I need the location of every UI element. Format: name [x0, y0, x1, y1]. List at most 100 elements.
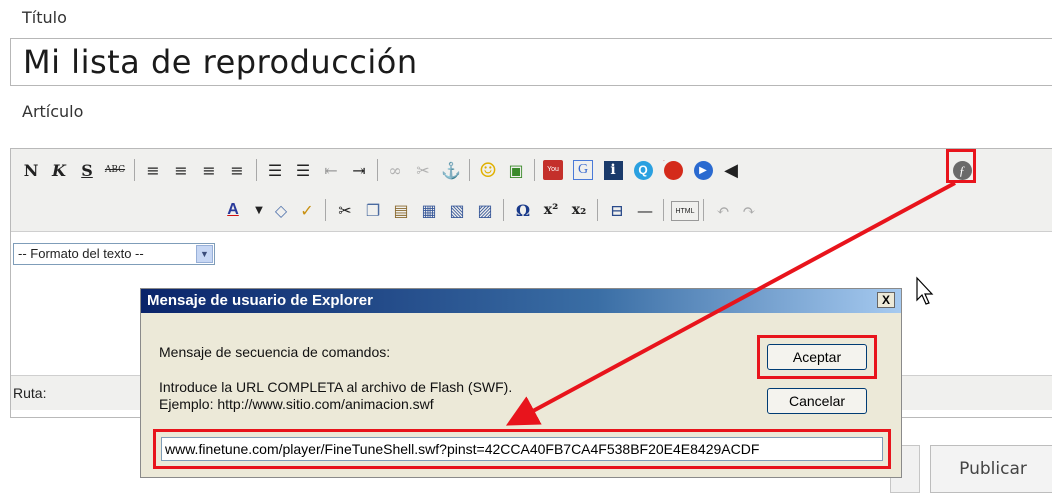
- redo-icon: ↷: [742, 200, 756, 220]
- anchor-button[interactable]: ⚓: [439, 158, 463, 182]
- explorer-prompt-dialog: Mensaje de usuario de Explorer X Mensaje…: [140, 288, 902, 478]
- paste-word-button[interactable]: ▧: [445, 198, 469, 222]
- title-label: Título: [22, 8, 67, 27]
- toolbar-separator: [469, 159, 470, 181]
- numbered-list-icon: ☰: [295, 160, 311, 180]
- undo-icon: ↶: [716, 200, 730, 220]
- justify-button[interactable]: ≡: [225, 158, 249, 182]
- numbered-list-button[interactable]: ☰: [291, 158, 315, 182]
- article-label: Artículo: [22, 102, 84, 121]
- close-button[interactable]: X: [877, 292, 895, 308]
- unlink-button[interactable]: ✂: [411, 158, 435, 182]
- quicktime-icon: Q: [633, 160, 653, 180]
- link-button[interactable]: ∞: [383, 158, 407, 182]
- copy-button[interactable]: ❐: [361, 198, 385, 222]
- link-icon: ∞: [388, 160, 402, 180]
- toolbar-separator: [134, 159, 135, 181]
- broom-icon: ✓: [300, 200, 314, 220]
- underline-button[interactable]: S: [75, 158, 99, 182]
- italic-button[interactable]: K: [47, 158, 71, 182]
- page-break-button[interactable]: ⊟: [605, 198, 629, 222]
- html-source-button[interactable]: HTML: [671, 201, 699, 221]
- horizontal-rule-icon: —: [637, 200, 653, 220]
- cancel-button[interactable]: Cancelar: [767, 388, 867, 414]
- align-right-icon: ≡: [202, 160, 216, 180]
- page-break-icon: ⊟: [610, 200, 624, 220]
- outdent-icon: ⇤: [324, 160, 338, 180]
- undo-button[interactable]: ↶: [711, 198, 735, 222]
- youtube-button[interactable]: You: [541, 158, 565, 182]
- windows-media-button[interactable]: ▶: [691, 158, 715, 182]
- speaker-icon: ◀: [724, 159, 738, 181]
- dialog-example-text: Ejemplo: http://www.sitio.com/animacion.…: [159, 396, 434, 412]
- emoticon-icon: ☺: [479, 158, 497, 182]
- info-icon: i: [603, 160, 623, 180]
- paste-text-icon: ▦: [421, 200, 437, 220]
- paste-text-button[interactable]: ▦: [417, 198, 441, 222]
- special-char-button[interactable]: Ω: [511, 198, 535, 222]
- mouse-cursor-icon: [916, 276, 934, 305]
- copy-icon: ❐: [365, 200, 381, 220]
- path-label: Ruta:: [13, 385, 47, 401]
- google-icon: G: [573, 160, 593, 180]
- image-button[interactable]: ▣: [504, 158, 528, 182]
- indent-icon: ⇥: [352, 160, 366, 180]
- align-left-icon: ≡: [146, 160, 160, 180]
- strikethrough-button[interactable]: ABC: [103, 158, 127, 182]
- real-media-button[interactable]: ●: [661, 158, 685, 182]
- unlink-icon: ✂: [416, 160, 430, 180]
- scissors-icon: ✂: [338, 200, 352, 220]
- text-format-select[interactable]: -- Formato del texto -- ▼: [13, 243, 215, 265]
- google-button[interactable]: G: [571, 158, 595, 182]
- publish-button[interactable]: Publicar: [930, 445, 1052, 493]
- info-button[interactable]: i: [601, 158, 625, 182]
- align-center-button[interactable]: ≡: [169, 158, 193, 182]
- redo-button[interactable]: ↷: [737, 198, 761, 222]
- html-icon: HTML: [675, 207, 695, 215]
- indent-button[interactable]: ⇥: [347, 158, 371, 182]
- quicktime-button[interactable]: Q: [631, 158, 655, 182]
- toolbar-separator: [534, 159, 535, 181]
- toolbar-separator: [325, 199, 326, 221]
- font-color-icon: A: [227, 201, 239, 218]
- close-icon: X: [881, 293, 890, 307]
- chevron-down-icon[interactable]: ▼: [196, 245, 213, 263]
- cleanup-button[interactable]: ✓: [295, 198, 319, 222]
- select-all-button[interactable]: ▨: [473, 198, 497, 222]
- bold-button[interactable]: N: [19, 158, 43, 182]
- subscript-button[interactable]: x₂: [567, 198, 591, 222]
- title-input[interactable]: Mi lista de reproducción: [10, 38, 1052, 86]
- windows-media-icon: ▶: [693, 160, 713, 180]
- align-left-button[interactable]: ≡: [141, 158, 165, 182]
- paste-word-icon: ▧: [449, 200, 465, 220]
- bullet-list-button[interactable]: ☰: [263, 158, 287, 182]
- strikethrough-icon: ABC: [104, 165, 126, 175]
- anchor-icon: ⚓: [441, 160, 461, 180]
- justify-icon: ≡: [230, 160, 244, 180]
- toolbar-separator: [503, 199, 504, 221]
- underline-icon: S: [81, 160, 93, 180]
- italic-icon: K: [52, 160, 66, 180]
- superscript-button[interactable]: x²: [539, 198, 563, 222]
- eraser-icon: ◇: [274, 200, 288, 220]
- horizontal-rule-button[interactable]: —: [633, 198, 657, 222]
- select-all-icon: ▨: [477, 200, 493, 220]
- editor-toolbar-primary: N K S ABC ≡ ≡ ≡ ≡ ☰ ☰ ⇤ ⇥ ∞ ✂ ⚓ ☺ ▣ You …: [11, 149, 1052, 192]
- paste-button[interactable]: ▤: [389, 198, 413, 222]
- audio-button[interactable]: ◀: [719, 158, 743, 182]
- font-color-button[interactable]: A: [221, 198, 245, 222]
- eraser-button[interactable]: ◇: [269, 198, 293, 222]
- align-right-button[interactable]: ≡: [197, 158, 221, 182]
- cut-button[interactable]: ✂: [333, 198, 357, 222]
- align-center-icon: ≡: [174, 160, 188, 180]
- subscript-icon: x₂: [571, 202, 587, 218]
- font-color-dropdown[interactable]: ▼: [247, 198, 271, 222]
- real-media-icon: ●: [663, 160, 683, 180]
- dialog-instruction-text: Introduce la URL COMPLETA al archivo de …: [159, 379, 513, 395]
- emoticon-button[interactable]: ☺: [476, 158, 500, 182]
- outdent-button[interactable]: ⇤: [319, 158, 343, 182]
- text-format-value: -- Formato del texto --: [18, 246, 144, 261]
- chevron-down-icon: ▼: [255, 204, 263, 216]
- toolbar-separator: [377, 159, 378, 181]
- ok-button-highlight: [757, 335, 877, 379]
